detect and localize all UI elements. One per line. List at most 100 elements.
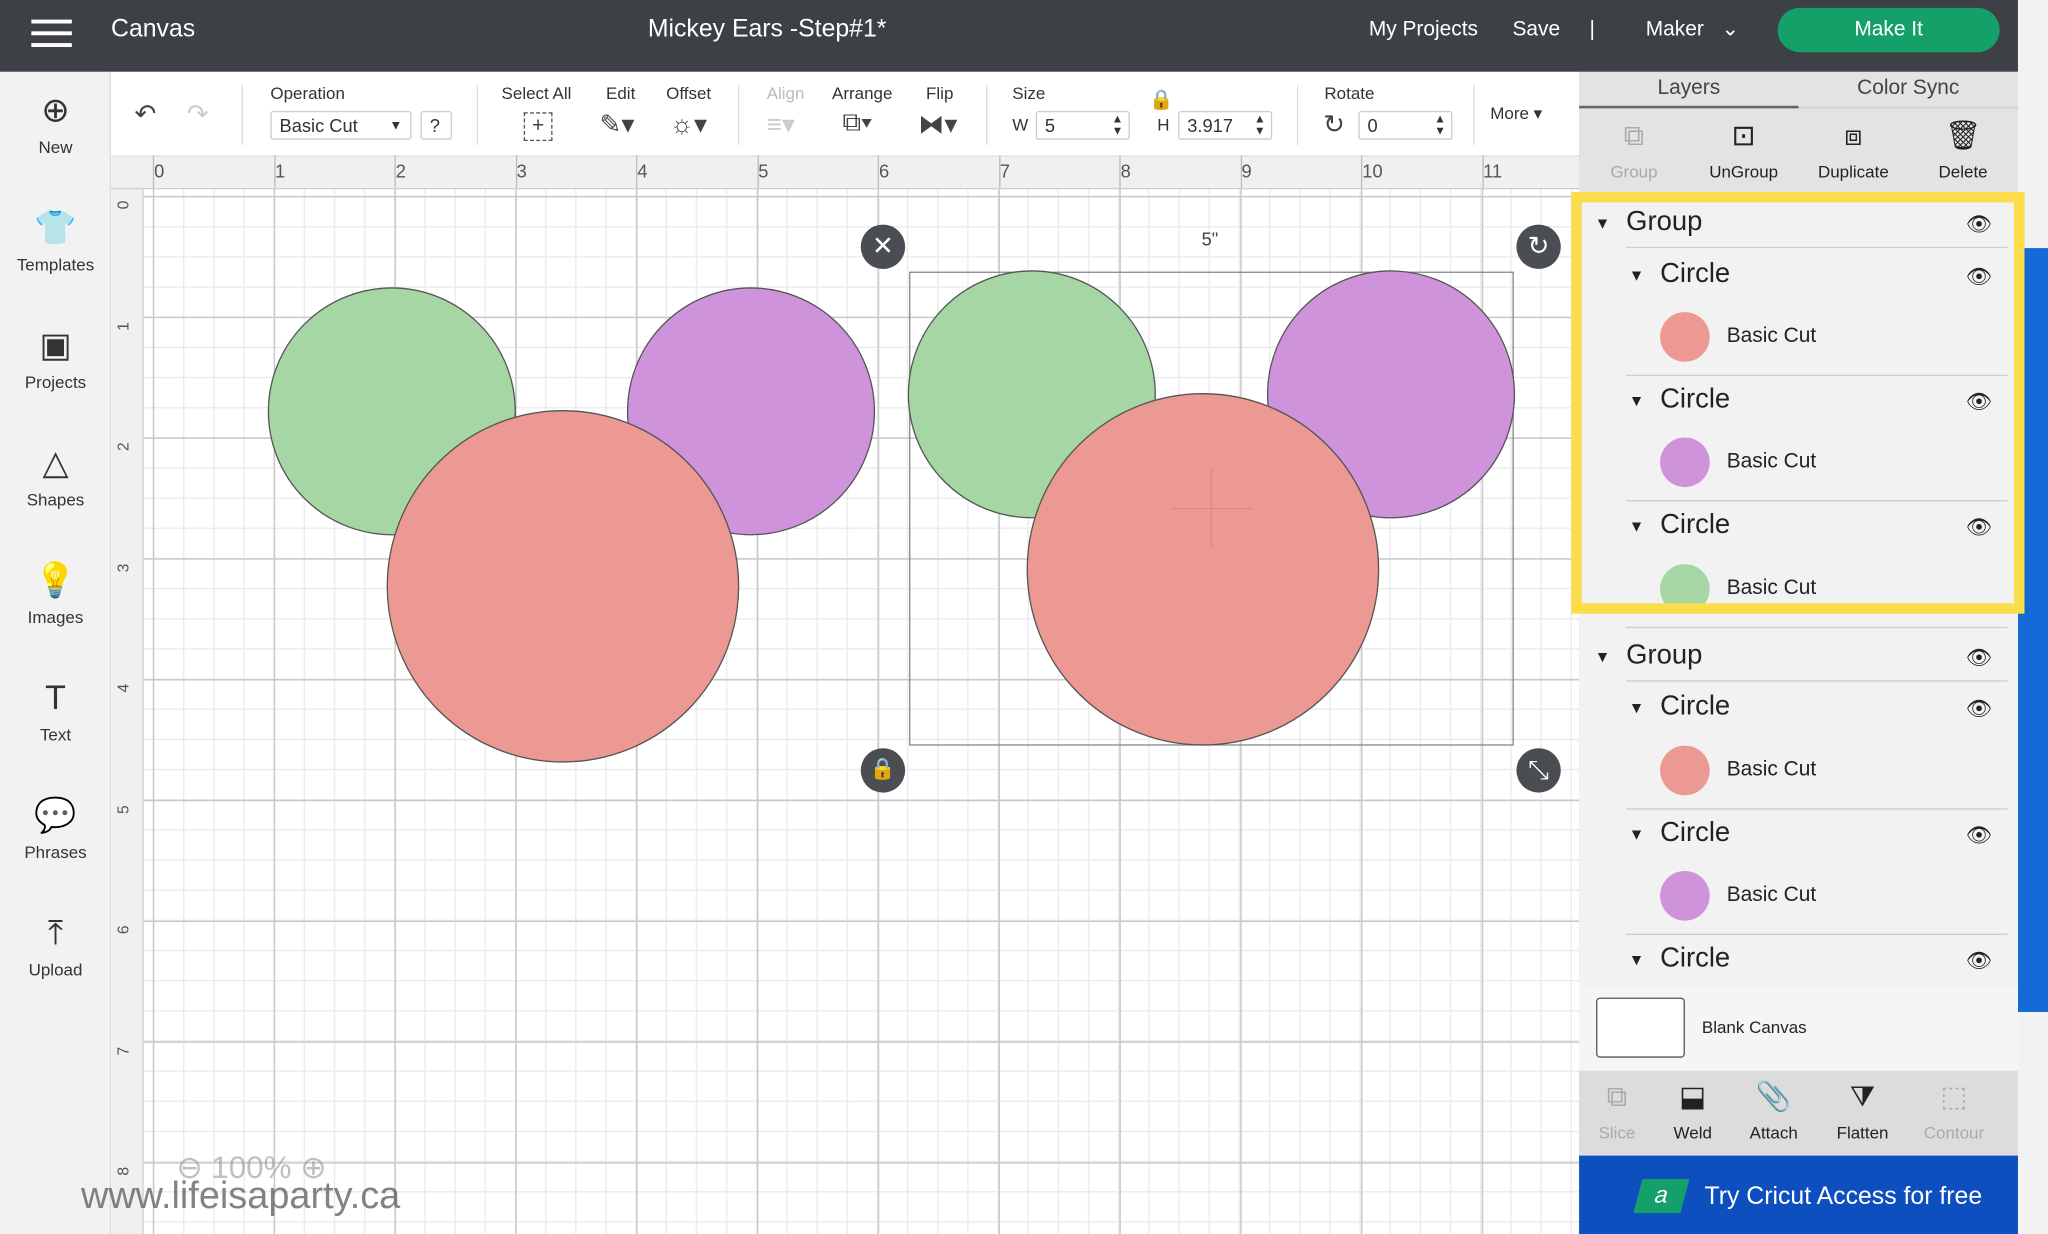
sidebar-item-text[interactable]: T Text <box>0 678 111 745</box>
eye-icon[interactable]: 👁 <box>1966 645 1993 671</box>
blank-canvas-label: Blank Canvas <box>1701 1017 1807 1037</box>
duplicate-icon: ⧈ <box>1844 118 1863 152</box>
ungroup-button[interactable]: ⊡ UnGroup <box>1689 118 1799 182</box>
ruler-x-tick: 8 <box>1120 160 1131 182</box>
layer-item-row[interactable]: Basic Cut <box>1579 870 2018 935</box>
ruler-y-tick: 5 <box>114 804 133 814</box>
resize-handle-icon[interactable]: ⤡ <box>1516 748 1561 793</box>
height-input[interactable]: 3.917 ▲ ▼ <box>1178 110 1273 140</box>
ruler-x-tick: 9 <box>1241 160 1252 182</box>
caret-down-icon[interactable]: ▼ <box>1629 825 1645 843</box>
hamburger-icon[interactable] <box>31 19 72 49</box>
lock-icon[interactable]: 🔒 <box>860 748 906 793</box>
edit-icon[interactable]: ✎▾ <box>600 108 635 141</box>
divider: | <box>1589 18 1595 41</box>
make-it-button[interactable]: Make It <box>1777 7 2000 53</box>
arrange-label: Arrange <box>831 83 893 104</box>
eye-icon[interactable]: 👁 <box>1966 823 1993 849</box>
caret-down-icon[interactable]: ▼ <box>1629 951 1645 969</box>
eye-icon[interactable]: 👁 <box>1966 696 1993 722</box>
sidebar-item-label: Shapes <box>26 489 85 510</box>
close-icon[interactable]: ✕ <box>860 224 906 269</box>
layer-circle-row[interactable]: ▼ Circle 👁 <box>1579 817 2018 856</box>
height-label: H <box>1157 114 1170 135</box>
group-label: Group <box>1610 161 1658 182</box>
sidebar-item-shapes[interactable]: △ Shapes <box>0 443 111 510</box>
ruler-x-line <box>1119 155 1121 189</box>
contour-button[interactable]: ⬚ Contour <box>1899 1079 2009 1143</box>
red-circle-left[interactable] <box>386 410 740 763</box>
sidebar-item-projects[interactable]: ▣ Projects <box>0 325 111 392</box>
my-projects-link[interactable]: My Projects <box>1369 18 1478 42</box>
sidebar-item-label: New <box>38 137 73 157</box>
layer-item-row[interactable]: Basic Cut <box>1579 745 2018 810</box>
design-canvas[interactable]: 5" ✕ ↻ 🔒 ⤡ <box>143 189 1580 1234</box>
sidebar-item-templates[interactable]: 👕 Templates <box>0 208 111 275</box>
ruler-x-line <box>1240 155 1242 189</box>
ruler-x-tick: 7 <box>999 160 1011 182</box>
new-icon: ⊕ <box>41 90 70 130</box>
align-icon[interactable]: ≡▾ <box>767 108 795 141</box>
ruler-x-tick: 1 <box>274 160 286 182</box>
sidebar-item-images[interactable]: 💡 Images <box>0 560 111 627</box>
divider <box>1626 626 2008 629</box>
tab-color-sync[interactable]: Color Sync <box>1798 72 2018 109</box>
offset-icon[interactable]: ☼▾ <box>670 108 707 141</box>
ruler-x-line <box>756 155 759 189</box>
blank-canvas-row[interactable]: Blank Canvas <box>1579 985 2018 1071</box>
group-button[interactable]: ⧉ Group <box>1579 118 1689 182</box>
width-value: 5 <box>1044 114 1056 136</box>
eye-icon[interactable]: 👁 <box>1966 948 1993 974</box>
ruler-y-tick: 6 <box>114 925 133 935</box>
save-button[interactable]: Save <box>1512 18 1560 42</box>
ruler-x-tick: 6 <box>879 160 890 182</box>
sidebar-item-new[interactable]: ⊕ New <box>0 90 111 157</box>
ruler-x-tick: 10 <box>1362 160 1383 182</box>
flip-icon[interactable]: ⧓▾ <box>918 108 957 141</box>
machine-select[interactable]: Maker <box>1646 18 1704 42</box>
select-all-icon[interactable]: + <box>523 112 553 142</box>
redo-icon[interactable]: ↷ <box>187 98 209 131</box>
undo-icon[interactable]: ↶ <box>135 98 157 131</box>
delete-button[interactable]: 🗑 Delete <box>1908 118 2018 182</box>
layer-group-row[interactable]: ▼ Group 👁 <box>1579 640 2018 682</box>
ruler-x-tick: 3 <box>516 160 527 182</box>
attach-label: Attach <box>1749 1122 1798 1143</box>
tab-layers[interactable]: Layers <box>1579 72 1799 109</box>
more-button[interactable]: More ▾ <box>1490 103 1542 124</box>
color-swatch[interactable] <box>1660 745 1710 796</box>
select-all-label: Select All <box>501 83 572 104</box>
operation-select[interactable]: Basic Cut ▼ <box>270 110 412 140</box>
delete-icon: 🗑 <box>1944 118 1982 152</box>
lock-icon[interactable]: 🔒 <box>1149 87 1173 111</box>
width-input[interactable]: 5 ▲ ▼ <box>1035 110 1130 140</box>
ruler-y-tick: 0 <box>114 200 133 210</box>
chevron-down-icon[interactable]: ⌄ <box>1721 16 1739 42</box>
rotate-handle-icon[interactable]: ↻ <box>1516 224 1561 269</box>
watermark: www.lifeisaparty.ca <box>80 1175 401 1218</box>
layer-circle-row[interactable]: ▼ Circle 👁 <box>1579 691 2018 730</box>
ruler-y-tick: 7 <box>114 1046 133 1055</box>
layer-item-label: Basic Cut <box>1726 758 1817 781</box>
red-circle-right[interactable] <box>1026 393 1380 746</box>
phrases-icon: 💬 <box>34 795 77 835</box>
color-swatch[interactable] <box>1660 870 1710 921</box>
edit-label: Edit <box>606 83 636 104</box>
arrange-icon[interactable]: ⧉▾ <box>842 108 872 138</box>
help-button[interactable]: ? <box>420 110 452 140</box>
cricut-access-banner[interactable]: a Try Cricut Access for free <box>1579 1155 2018 1234</box>
ruler-x-line <box>877 155 880 189</box>
duplicate-button[interactable]: ⧈ Duplicate <box>1799 118 1909 182</box>
cricut-access-logo-icon: a <box>1633 1179 1690 1214</box>
caret-down-icon[interactable]: ▼ <box>1595 648 1611 666</box>
layer-circle-row[interactable]: ▼ Circle 👁 <box>1579 943 2018 982</box>
blank-canvas-swatch[interactable] <box>1596 997 1685 1058</box>
sidebar-item-label: Upload <box>28 959 83 980</box>
flip-label: Flip <box>926 83 954 104</box>
sidebar-item-phrases[interactable]: 💬 Phrases <box>0 795 111 862</box>
caret-down-icon[interactable]: ▼ <box>1629 699 1645 717</box>
layer-label: Group <box>1626 639 1703 670</box>
rotate-input[interactable]: 0 ▲ ▼ <box>1358 110 1453 140</box>
sidebar-item-upload[interactable]: ⤒ Upload <box>0 913 111 980</box>
center-crosshair <box>1210 467 1213 549</box>
